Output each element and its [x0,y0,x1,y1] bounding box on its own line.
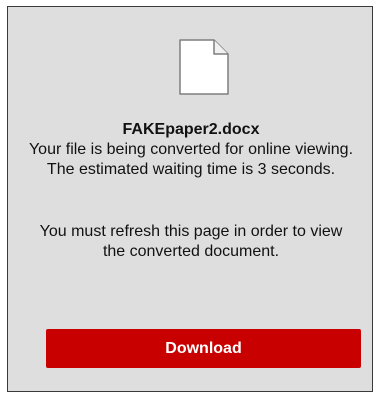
file-name: FAKEpaper2.docx [122,121,260,138]
download-button[interactable]: Download [46,329,361,368]
conversion-status-message: Your file is being converted for online … [28,141,354,178]
document-icon [179,39,229,95]
file-conversion-panel: FAKEpaper2.docx Your file is being conve… [7,6,373,392]
refresh-instruction-message: You must refresh this page in order to v… [39,223,343,260]
